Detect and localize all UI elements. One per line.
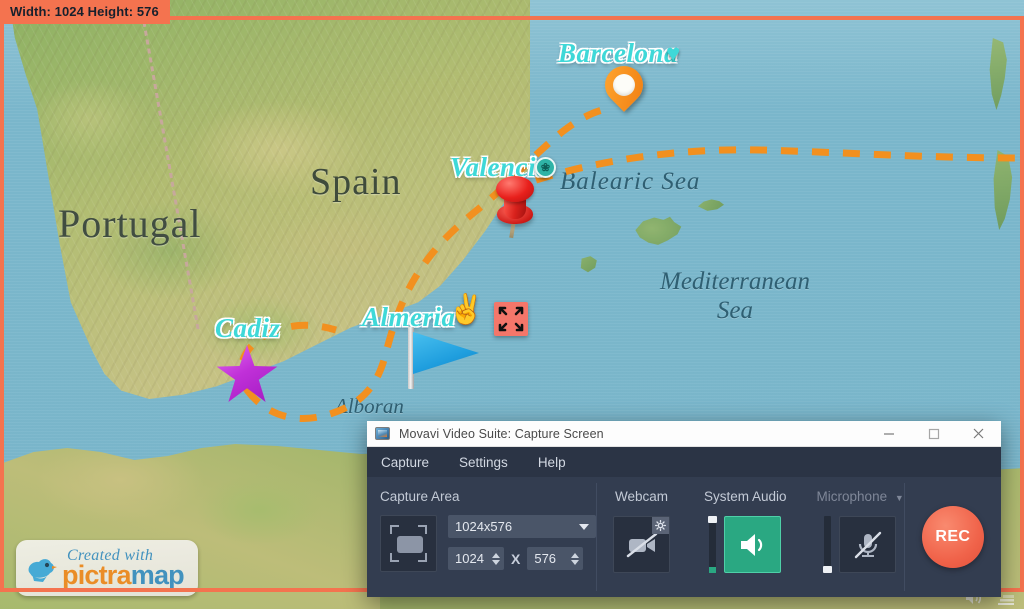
- system-audio-device: System Audio: [704, 489, 787, 597]
- pictramap-text: Created with pictramap: [62, 547, 185, 590]
- width-value: 1024: [455, 551, 484, 566]
- wordmark-pictra: pictra: [62, 559, 132, 590]
- gear-icon[interactable]: [652, 517, 669, 534]
- pictramap-wordmark: pictramap: [62, 559, 185, 590]
- preview-rectangle: [397, 536, 423, 553]
- heart-icon: ♥: [666, 40, 681, 67]
- wordmark-map: map: [130, 559, 185, 590]
- push-pin-head: [496, 176, 534, 202]
- pictramap-watermark[interactable]: Created with pictramap: [16, 540, 198, 596]
- chevron-down-icon[interactable]: ▼: [895, 493, 904, 503]
- menu-bar: Capture Settings Help: [367, 447, 1001, 477]
- microphone-volume-slider[interactable]: [823, 516, 833, 573]
- height-spinner-arrows[interactable]: [571, 552, 580, 565]
- bird-logo-icon: [23, 552, 59, 584]
- record-panel: REC: [905, 477, 1001, 597]
- capture-area-preview-button[interactable]: [380, 515, 437, 572]
- height-stepper[interactable]: 576: [527, 547, 584, 570]
- webcam-device: Webcam: [613, 489, 670, 597]
- slider-thumb[interactable]: [708, 516, 718, 523]
- webcam-label: Webcam: [614, 489, 669, 504]
- system-audio-toggle-button[interactable]: [724, 516, 782, 573]
- map-pin-barcelona[interactable]: [597, 58, 651, 118]
- sea-label-alboran: Alboran: [335, 394, 404, 418]
- menu-item-help[interactable]: Help: [538, 455, 566, 470]
- dimension-inputs: 1024 X 576: [448, 547, 596, 570]
- resolution-preset-value: 1024x576: [455, 519, 513, 534]
- sea-label-balearic: Balearic Sea: [560, 168, 701, 195]
- microphone-label[interactable]: Microphone ▼: [817, 489, 904, 504]
- push-pin-valencia[interactable]: [492, 176, 538, 239]
- dimension-separator: X: [511, 550, 521, 567]
- flag-marker-almeria[interactable]: [408, 327, 488, 389]
- capture-area-panel: Capture Area 1024x576 1024 X 576: [367, 477, 596, 597]
- slider-fill: [709, 567, 717, 573]
- chevron-down-icon: [579, 523, 589, 530]
- microphone-device: Microphone ▼: [817, 489, 904, 597]
- city-label-cadiz[interactable]: Cadiz: [215, 313, 281, 344]
- window-titlebar[interactable]: Movavi Video Suite: Capture Screen: [367, 421, 1001, 447]
- capture-size-fields: 1024x576 1024 X 576: [448, 515, 596, 570]
- minimize-button[interactable]: [866, 421, 911, 447]
- system-audio-label: System Audio: [704, 489, 787, 504]
- country-border: [168, 2, 238, 332]
- menu-item-capture[interactable]: Capture: [381, 455, 429, 470]
- microphone-label-text: Microphone: [816, 489, 888, 504]
- devices-panel: Webcam System Audio Microphone ▼: [597, 477, 904, 597]
- record-button[interactable]: REC: [921, 506, 984, 568]
- maximize-button[interactable]: [911, 421, 956, 447]
- capture-area-title: Capture Area: [380, 489, 460, 504]
- map-pin-dot: [613, 74, 635, 96]
- screen: Portugal Spain Balearic Sea Mediterranea…: [0, 0, 1024, 609]
- system-audio-volume-slider[interactable]: [708, 516, 718, 573]
- city-label-barcelona[interactable]: Barcelona: [558, 38, 678, 69]
- microphone-toggle-button[interactable]: [839, 516, 897, 573]
- badge-icon-valencia: ❀: [535, 157, 556, 178]
- movavi-capture-window[interactable]: Movavi Video Suite: Capture Screen Captu…: [367, 421, 1001, 597]
- country-label-portugal: Portugal: [58, 201, 202, 246]
- menu-item-settings[interactable]: Settings: [459, 455, 508, 470]
- app-icon: [375, 427, 390, 440]
- sea-label-mediterranean-line2: Sea: [716, 296, 754, 324]
- victory-hand-icon: ✌: [448, 294, 485, 326]
- close-button[interactable]: [956, 421, 1001, 447]
- webcam-toggle-button[interactable]: [613, 516, 670, 573]
- window-controls: [866, 421, 1001, 447]
- sea-label-mediterranean-line1: Mediterranean: [660, 268, 810, 295]
- selection-size-badge: Width: 1024 Height: 576: [0, 0, 170, 24]
- flag-cloth: [413, 332, 479, 374]
- sea-label-mediterranean: Mediterranean Sea: [660, 268, 810, 326]
- window-title: Movavi Video Suite: Capture Screen: [399, 426, 604, 441]
- resize-handle-icon[interactable]: [494, 302, 528, 336]
- width-spinner-arrows[interactable]: [492, 552, 500, 565]
- height-value: 576: [534, 551, 557, 566]
- slider-thumb[interactable]: [823, 566, 833, 573]
- resolution-preset-select[interactable]: 1024x576: [448, 515, 596, 538]
- dialog-body: Capture Area 1024x576 1024 X 576 Webcam …: [367, 477, 1001, 597]
- width-stepper[interactable]: 1024: [448, 547, 504, 570]
- country-label-spain: Spain: [310, 161, 402, 203]
